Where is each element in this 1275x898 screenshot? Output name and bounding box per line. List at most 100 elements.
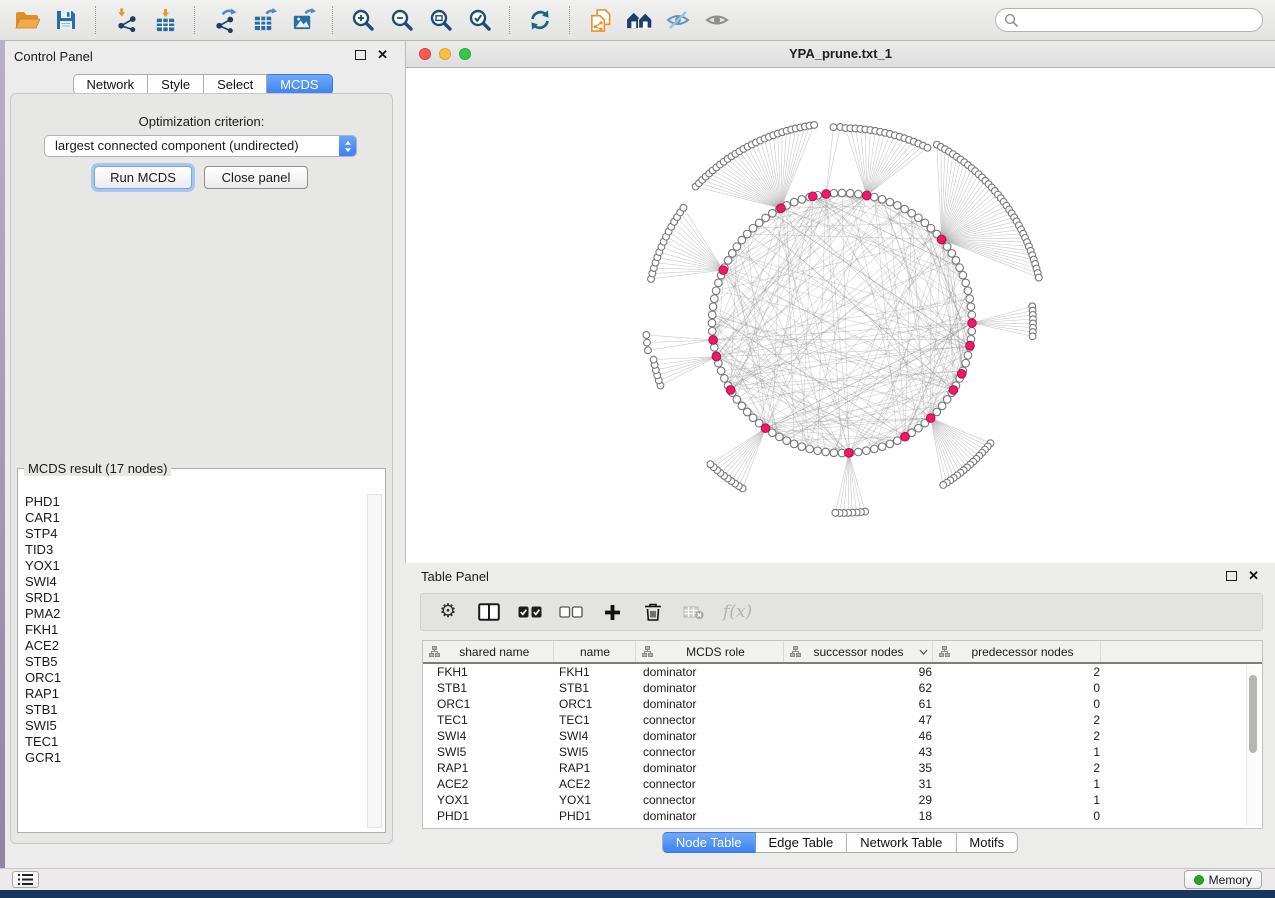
table-scrollbar[interactable]	[1246, 665, 1260, 826]
table-header-row: shared namenameMCDS rolesuccessor nodesp…	[423, 641, 1262, 663]
float-window-icon[interactable]	[1226, 571, 1237, 581]
tree-hierarchy-icon	[939, 646, 950, 657]
control-panel-tabs: NetworkStyleSelectMCDS	[72, 74, 332, 95]
show-panel-list-button[interactable]	[12, 871, 39, 888]
memory-button[interactable]: Memory	[1184, 870, 1262, 889]
zoom-in-button[interactable]	[348, 4, 378, 36]
open-session-button[interactable]	[12, 4, 42, 36]
table-row-phd1[interactable]: PHD1PHD1dominator180	[423, 808, 1262, 824]
mcds-result-item[interactable]: TEC1	[22, 734, 365, 750]
checked-boxes-icon	[518, 606, 542, 618]
main-toolbar	[0, 0, 1275, 41]
network-from-selection-button[interactable]	[585, 4, 615, 36]
apply-layout-button[interactable]	[525, 4, 555, 36]
mcds-result-item[interactable]: FKH1	[22, 622, 365, 638]
mcds-result-item[interactable]: STB5	[22, 654, 365, 670]
mcds-result-item[interactable]: SWI4	[22, 574, 365, 590]
create-column-button[interactable]	[600, 599, 624, 625]
column-header-predecessors[interactable]: predecessor nodes	[932, 641, 1100, 663]
zoom-out-button[interactable]	[387, 4, 417, 36]
export-image-button[interactable]	[288, 4, 318, 36]
control-panel-title: Control Panel	[14, 49, 93, 64]
close-panel-button[interactable]: Close panel	[204, 166, 308, 189]
mcds-result-item[interactable]: STP4	[22, 526, 365, 542]
zoom-fit-icon	[429, 8, 453, 32]
zoom-selected-button[interactable]	[465, 4, 495, 36]
tab-style[interactable]: Style	[148, 74, 204, 95]
hide-selected-button[interactable]	[663, 4, 693, 36]
zoom-fit-button[interactable]	[426, 4, 456, 36]
mcds-result-item[interactable]: GCR1	[22, 750, 365, 766]
tab-network[interactable]: Network	[72, 74, 148, 95]
table-row-swi4[interactable]: SWI4SWI4dominator462	[423, 728, 1262, 744]
toggle-split-view-button[interactable]	[477, 599, 501, 625]
table-row-swi5[interactable]: SWI5SWI5connector431	[423, 744, 1262, 760]
export-table-button[interactable]	[249, 4, 279, 36]
table-row-rap1[interactable]: RAP1RAP1dominator352	[423, 760, 1262, 776]
optimization-criterion-dropdown[interactable]: largest connected component (undirected)	[44, 135, 357, 157]
mcds-result-item[interactable]: SRD1	[22, 590, 365, 606]
table-row-stb1[interactable]: STB1STB1dominator620	[423, 680, 1262, 696]
show-all-button[interactable]	[702, 4, 732, 36]
export-network-button[interactable]	[210, 4, 240, 36]
control-panel: Control Panel ✕ NetworkStyleSelectMCDS O…	[5, 41, 400, 868]
network-graph[interactable]	[406, 68, 1275, 563]
mcds-result-title: MCDS result (17 nodes)	[24, 461, 171, 476]
run-mcds-button[interactable]: Run MCDS	[94, 166, 192, 189]
search-input[interactable]	[995, 8, 1263, 32]
first-neighbors-button[interactable]	[624, 4, 654, 36]
table-row-orc1[interactable]: ORC1ORC1dominator610	[423, 696, 1262, 712]
table-row-ace2[interactable]: ACE2ACE2connector311	[423, 776, 1262, 792]
column-header-role[interactable]: MCDS role	[635, 641, 783, 663]
mcds-list-scrollbar[interactable]	[367, 494, 382, 828]
save-session-button[interactable]	[51, 4, 81, 36]
tab-select[interactable]: Select	[204, 74, 267, 95]
search-box	[995, 8, 1263, 32]
mcds-result-item[interactable]: CAR1	[22, 510, 365, 526]
table-row-fkh1[interactable]: FKH1FKH1dominator962	[423, 663, 1262, 680]
column-header-shared_name[interactable]: shared name	[423, 641, 553, 663]
tree-hierarchy-icon	[790, 646, 801, 657]
status-bar: Memory	[0, 868, 1275, 890]
mcds-result-list: PHD1CAR1STP4TID3YOX1SWI4SRD1PMA2FKH1ACE2…	[22, 494, 365, 828]
close-panel-icon[interactable]: ✕	[377, 49, 388, 61]
mcds-result-item[interactable]: STB1	[22, 702, 365, 718]
tab-edge-table[interactable]: Edge Table	[755, 832, 847, 853]
table-panel: Table Panel ✕ ⚙	[405, 563, 1275, 868]
fx-icon: f(x)	[723, 602, 752, 622]
column-header-name[interactable]: name	[553, 641, 635, 663]
mcds-result-box: MCDS result (17 nodes) PHD1CAR1STP4TID3Y…	[17, 461, 386, 833]
network-canvas[interactable]	[406, 68, 1275, 563]
tab-mcds[interactable]: MCDS	[267, 74, 332, 95]
column-header-filler	[1100, 641, 1262, 663]
toolbar-separator	[509, 6, 511, 34]
float-window-icon[interactable]	[355, 50, 366, 60]
mcds-tab-content: Optimization criterion: largest connecte…	[10, 93, 393, 844]
select-all-button[interactable]	[518, 599, 542, 625]
deselect-all-button[interactable]	[559, 599, 583, 625]
mcds-result-item[interactable]: ACE2	[22, 638, 365, 654]
mcds-result-item[interactable]: PMA2	[22, 606, 365, 622]
delete-columns-button[interactable]	[641, 599, 665, 625]
tab-network-table[interactable]: Network Table	[847, 832, 956, 853]
mcds-result-item[interactable]: PHD1	[22, 494, 365, 510]
delete-table-button-disabled	[682, 599, 706, 625]
mcds-result-item[interactable]: YOX1	[22, 558, 365, 574]
import-network-button[interactable]	[111, 4, 141, 36]
mcds-result-item[interactable]: ORC1	[22, 670, 365, 686]
node-table-container: shared namenameMCDS rolesuccessor nodesp…	[422, 640, 1263, 829]
tab-motifs[interactable]: Motifs	[956, 832, 1018, 853]
table-row-yox1[interactable]: YOX1YOX1connector291	[423, 792, 1262, 808]
table-settings-button[interactable]: ⚙	[436, 599, 460, 625]
mcds-result-item[interactable]: RAP1	[22, 686, 365, 702]
search-icon	[1004, 13, 1018, 27]
import-table-icon	[153, 8, 178, 33]
table-row-tec1[interactable]: TEC1TEC1connector472	[423, 712, 1262, 728]
import-table-button[interactable]	[150, 4, 180, 36]
mcds-result-item[interactable]: TID3	[22, 542, 365, 558]
tab-node-table[interactable]: Node Table	[662, 832, 756, 853]
close-panel-icon[interactable]: ✕	[1248, 570, 1259, 582]
mcds-result-item[interactable]: SWI5	[22, 718, 365, 734]
table-scrollbar-thumb[interactable]	[1249, 675, 1257, 753]
column-header-successors[interactable]: successor nodes	[783, 641, 932, 663]
